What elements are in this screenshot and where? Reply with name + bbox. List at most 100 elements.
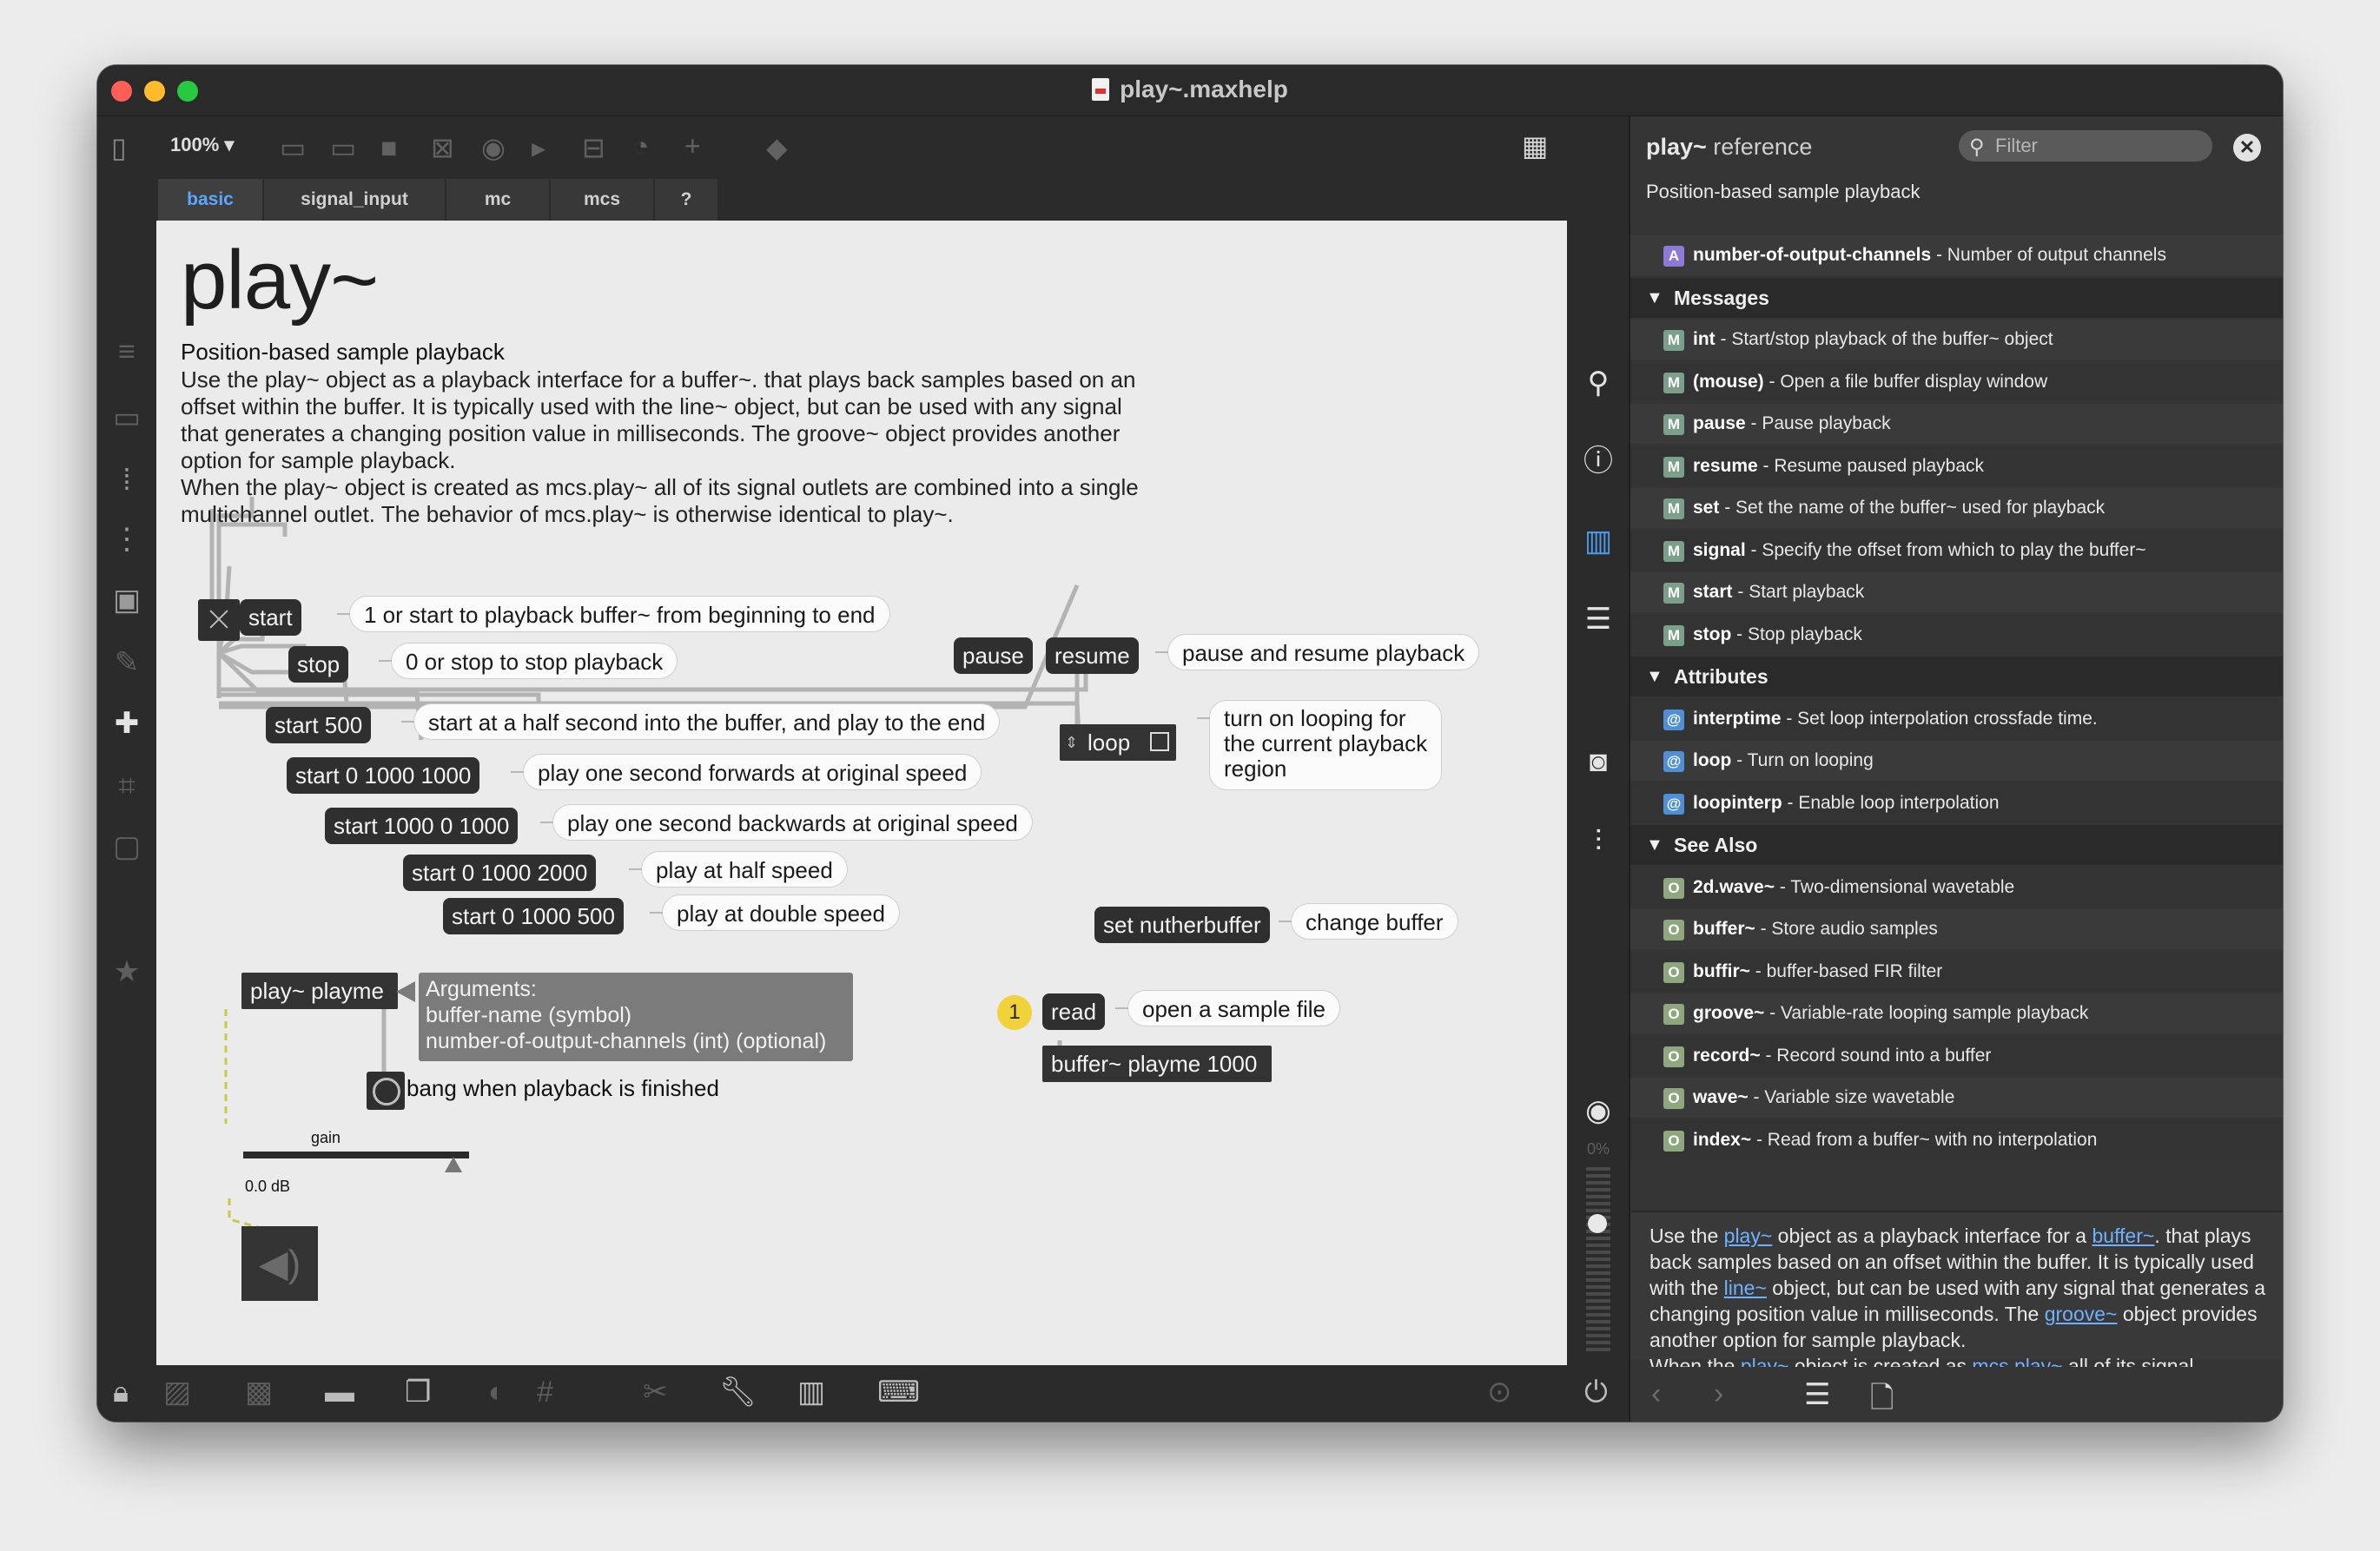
reference-item[interactable]: Obuffer~ - Store audio samples xyxy=(1630,909,2283,949)
playback-toggle[interactable] xyxy=(198,599,240,641)
search-icon[interactable]: ⚲ xyxy=(1569,368,1628,398)
msg-start-0-1000-1000[interactable]: start 0 1000 1000 xyxy=(287,757,480,794)
new-message-icon[interactable]: ▭ xyxy=(330,134,356,162)
ezdac-speaker[interactable]: ◀) xyxy=(241,1226,318,1301)
paperclip-icon[interactable]: ✎ xyxy=(97,648,156,677)
disclosure-triangle-icon[interactable]: ▼ xyxy=(1646,825,1663,865)
keyboard-piano-icon[interactable]: ▥ xyxy=(797,1377,825,1407)
presentation-icon[interactable]: ▬ xyxy=(325,1377,354,1407)
disclosure-triangle-icon[interactable]: ▼ xyxy=(1646,278,1663,318)
reference-item[interactable]: Obuffir~ - buffer-based FIR filter xyxy=(1630,951,2283,992)
new-button-icon[interactable]: ◉ xyxy=(481,134,506,162)
transport-play-icon[interactable]: ⊙ xyxy=(1487,1377,1512,1407)
bang-button[interactable] xyxy=(367,1072,405,1110)
image-icon[interactable]: ▣ xyxy=(97,585,156,615)
msg-read[interactable]: read xyxy=(1042,993,1106,1030)
camera-icon[interactable]: ◙ xyxy=(1569,747,1628,776)
tab-basic[interactable]: basic xyxy=(158,179,264,221)
reference-item[interactable]: Msignal - Specify the offset from which … xyxy=(1630,530,2283,571)
reference-book-icon[interactable]: ▥ xyxy=(1569,526,1628,556)
reference-item[interactable]: Mpause - Pause playback xyxy=(1630,404,2283,444)
object-play-playme[interactable]: play~ playme xyxy=(241,973,398,1009)
open-document-icon[interactable]: 🗋 xyxy=(1870,1377,1894,1422)
frame-icon[interactable]: ▢ xyxy=(97,832,156,861)
layers-icon[interactable]: ▩ xyxy=(245,1377,273,1407)
tab-help[interactable]: ? xyxy=(655,179,719,221)
msg-start-0-1000-500[interactable]: start 0 1000 500 xyxy=(443,898,624,934)
new-number-icon[interactable]: ▸ xyxy=(532,134,545,162)
audio-waveform-icon[interactable]: ⁞ xyxy=(97,465,156,495)
reference-item[interactable]: Owave~ - Variable size wavetable xyxy=(1630,1078,2283,1118)
package-icon[interactable]: ✚ xyxy=(97,709,156,738)
link-groove[interactable]: groove~ xyxy=(2045,1303,2118,1325)
msg-stop[interactable]: stop xyxy=(288,646,349,683)
reference-item[interactable]: Mset - Set the name of the buffer~ used … xyxy=(1630,488,2283,528)
menu-lines-icon[interactable]: ≡ xyxy=(97,337,156,366)
loop-checkbox[interactable] xyxy=(1150,732,1169,751)
new-toggle-icon[interactable]: ⊠ xyxy=(431,134,454,162)
snippet-icon[interactable]: ⌗ xyxy=(97,771,156,801)
new-dial-icon[interactable]: ◔ xyxy=(632,132,649,160)
grid-icon[interactable]: # xyxy=(537,1377,553,1407)
new-comment-icon[interactable]: ■ xyxy=(380,134,397,162)
reference-item[interactable]: @ loop - Turn on looping xyxy=(1630,741,2283,781)
back-arrow-icon[interactable]: ‹ xyxy=(1651,1377,1661,1411)
wrench-icon[interactable]: 🔧︎ xyxy=(719,1377,757,1407)
paint-bucket-icon[interactable]: ◆ xyxy=(766,134,788,162)
tab-mc[interactable]: mc xyxy=(446,179,551,221)
zoom-menu[interactable]: 100% ▾ xyxy=(170,134,234,156)
gain-slider[interactable] xyxy=(243,1152,469,1172)
gain-slider-thumb[interactable] xyxy=(444,1157,462,1172)
sequence-icon[interactable]: ⋮ xyxy=(97,525,156,554)
msg-pause[interactable]: pause xyxy=(954,637,1033,674)
reference-item[interactable]: Orecord~ - Record sound into a buffer xyxy=(1630,1035,2283,1076)
attrui-loop[interactable]: ⇕ loop xyxy=(1060,724,1176,761)
info-icon[interactable]: ⓘ xyxy=(1569,446,1628,476)
msg-start-0-1000-2000[interactable]: start 0 1000 2000 xyxy=(403,855,597,891)
new-slider-icon[interactable]: ⊟ xyxy=(582,134,605,162)
mixer-icon[interactable]: ⫶ xyxy=(1569,827,1628,856)
add-object-icon[interactable]: + xyxy=(684,132,701,160)
new-view-icon[interactable]: ❐ xyxy=(405,1377,431,1407)
reference-section-header[interactable]: ▼ See Also xyxy=(1630,825,2283,865)
disclosure-triangle-icon[interactable]: ▼ xyxy=(1646,657,1663,696)
link-play[interactable]: play~ xyxy=(1724,1224,1773,1247)
msg-start-500[interactable]: start 500 xyxy=(266,707,372,743)
mute-icon[interactable]: ◖ xyxy=(485,1377,503,1407)
audio-on-icon[interactable]: ◉ xyxy=(1569,1096,1628,1125)
debug-icon[interactable]: ✂ xyxy=(643,1377,668,1407)
new-object-icon[interactable]: ▭ xyxy=(280,134,306,162)
dsp-power-icon[interactable]: ⏻ xyxy=(1584,1377,1608,1407)
reference-item[interactable]: M (mouse) - Open a file buffer display wi… xyxy=(1630,361,2283,402)
close-reference-button[interactable]: ✕ xyxy=(2233,134,2261,162)
msg-start[interactable]: start xyxy=(240,599,301,636)
grid-view-icon[interactable]: ▦ xyxy=(1522,132,1548,160)
object-buffer-playme[interactable]: buffer~ playme 1000 xyxy=(1042,1046,1272,1082)
forward-arrow-icon[interactable]: › xyxy=(1714,1377,1723,1411)
filter-input[interactable]: ⚲ Filter xyxy=(1959,130,2212,162)
link-line[interactable]: line~ xyxy=(1724,1277,1767,1299)
msg-start-1000-0-1000[interactable]: start 1000 0 1000 xyxy=(325,808,519,844)
favorites-star-icon[interactable]: ★ xyxy=(97,957,156,987)
msg-resume[interactable]: resume xyxy=(1046,637,1139,674)
master-volume-knob[interactable] xyxy=(1588,1214,1607,1233)
reference-item[interactable]: Mstop - Stop playback xyxy=(1630,614,2283,655)
hamburger-menu-icon[interactable]: ☰ xyxy=(1804,1377,1830,1412)
tab-mcs[interactable]: mcs xyxy=(551,179,655,221)
reference-item[interactable]: Anumber-of-output-channels - Number of o… xyxy=(1630,235,2283,275)
browser-icon[interactable]: ▭ xyxy=(97,403,156,432)
reference-item[interactable]: @ loopinterp - Enable loop interpolation xyxy=(1630,782,2283,823)
reference-section-header[interactable]: ▼ Messages xyxy=(1630,277,2283,318)
msg-set-buffer[interactable]: set nutherbuffer xyxy=(1094,907,1270,943)
presentation-edit-icon[interactable]: ▨ xyxy=(163,1377,191,1407)
keyboard-icon[interactable]: ⌨ xyxy=(877,1377,920,1407)
list-view-icon[interactable]: ☰ xyxy=(1569,604,1628,634)
reference-item[interactable]: @ interptime - Set loop interpolation cro… xyxy=(1630,698,2283,739)
sidebar-toggle-icon[interactable]: ▯ xyxy=(111,134,127,162)
reference-item[interactable]: O 2d.wave~ - Two-dimensional wavetable xyxy=(1630,867,2283,908)
reference-item[interactable]: Mresume - Resume paused playback xyxy=(1630,446,2283,486)
tab-signal-input[interactable]: signal_input xyxy=(264,179,446,221)
reference-item[interactable]: Ogroove~ - Variable-rate looping sample … xyxy=(1630,993,2283,1033)
reference-item[interactable]: Oindex~ - Read from a buffer~ with no in… xyxy=(1630,1119,2283,1160)
reference-item[interactable]: Mint - Start/stop playback of the buffer… xyxy=(1630,320,2283,360)
